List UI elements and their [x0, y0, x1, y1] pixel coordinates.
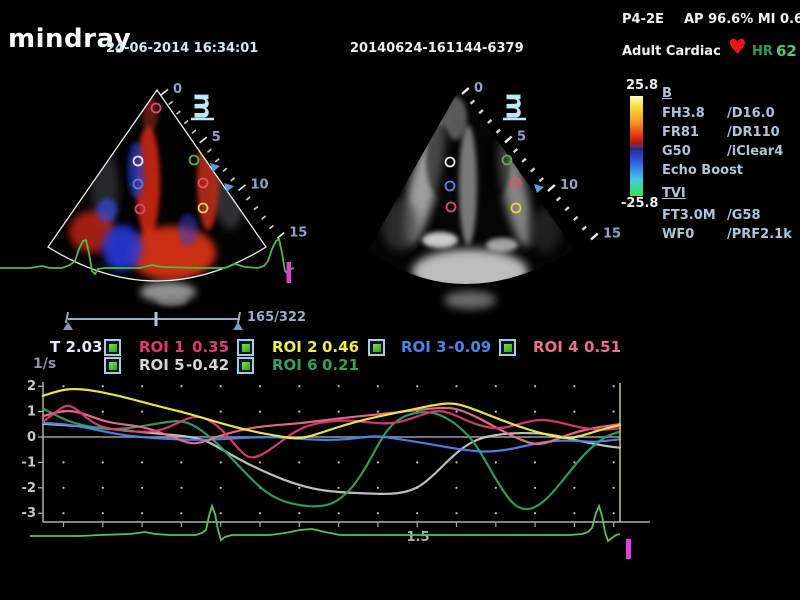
exam-preset: Adult Cardiac: [622, 44, 721, 59]
frame-counter: 165/322: [247, 310, 306, 325]
roi-label: ROI 1: [139, 338, 185, 356]
roi-value: 0.35: [192, 338, 229, 356]
checkbox-check: [504, 344, 512, 352]
hr-label: HR: [752, 44, 773, 59]
y-tick-label: 1: [27, 405, 36, 420]
cine-scrollbar[interactable]: [55, 305, 255, 335]
y-axis-unit: 1/s: [33, 356, 56, 372]
roi-value: -0.09: [448, 338, 491, 356]
param-row: G50/iClear4: [662, 144, 794, 159]
depth-label: 10: [251, 178, 269, 193]
ecg-waveform-lower: [30, 506, 620, 541]
scrollbar-left-cap: [66, 312, 68, 323]
checkbox-check: [109, 344, 117, 352]
roi-value: 0.51: [584, 338, 621, 356]
mindray-mark-icon: m: [500, 92, 530, 119]
scrollbar-start-marker[interactable]: [63, 322, 73, 330]
roi-label: ROI 6: [272, 356, 318, 374]
scrollbar-end-marker[interactable]: [233, 322, 243, 330]
roi-label: ROI 5: [139, 356, 185, 374]
ultrasound-screen: mindray 24-06-2014 16:34:01 20140624-161…: [0, 0, 800, 600]
heart-icon: ♥: [728, 37, 747, 58]
tvi-colorbar: [630, 96, 643, 196]
checkbox-check: [373, 344, 381, 352]
roi-label: ROI 4: [533, 338, 579, 356]
b-mode-header: B: [662, 86, 794, 101]
roi-value: 0.21: [322, 356, 359, 374]
time-value: T 2.03: [50, 338, 102, 356]
depth-label: 0: [173, 82, 182, 97]
mindray-mark-icon: m: [188, 92, 218, 119]
depth-label: 5: [212, 130, 221, 145]
b-mode-image[interactable]: m 0 5 10 15: [360, 72, 632, 304]
curve-roi-5: [43, 424, 620, 494]
roi-value: 0.46: [322, 338, 359, 356]
sweep-marker: [287, 262, 292, 283]
roi-checkbox[interactable]: [237, 339, 254, 356]
depth-label: 10: [560, 178, 578, 193]
checkbox-check: [242, 344, 250, 352]
svg-text:m: m: [500, 92, 530, 119]
curve-roi-4: [43, 408, 620, 444]
exam-id: 20140624-161144-6379: [350, 41, 524, 56]
ecg-trace-upper: [0, 230, 300, 302]
depth-label: 15: [603, 227, 621, 242]
checkbox-check: [109, 362, 117, 370]
roi-checkbox[interactable]: [104, 357, 121, 374]
scrollbar-right-cap: [238, 312, 240, 323]
roi-checkbox[interactable]: [237, 357, 254, 374]
x-tick-label: 1.5: [406, 530, 429, 545]
svg-text:m: m: [188, 92, 218, 119]
param-row: FT3.0M/G58: [662, 208, 794, 223]
colorbar-max: 25.8: [626, 78, 658, 93]
curve-roi-6: [43, 409, 620, 509]
roi-label: ROI 3: [401, 338, 447, 356]
colorbar-min: -25.8: [621, 196, 658, 211]
sweep-marker: [626, 539, 631, 559]
hr-value: 62: [776, 42, 797, 60]
y-tick-label: 2: [27, 379, 36, 394]
bmode-tissue: [360, 72, 632, 309]
pointer-arrow-icon[interactable]: [534, 184, 544, 193]
y-tick-label: -1: [22, 455, 36, 470]
y-tick-label: 0: [27, 430, 36, 445]
roi-checkbox[interactable]: [368, 339, 385, 356]
param-row: WF0/PRF2.1k: [662, 227, 794, 242]
strain-rate-chart: 2 1 0 -1 -2 -3 1.5: [25, 378, 675, 578]
roi-value: -0.42: [186, 356, 229, 374]
depth-label: 5: [517, 130, 526, 145]
roi-checkbox[interactable]: [104, 339, 121, 356]
param-row: FR81/DR110: [662, 125, 794, 140]
depth-label: 0: [474, 81, 483, 96]
tvi-mode-header: TVI: [662, 186, 794, 201]
y-tick-label: -3: [22, 506, 36, 521]
roi-checkbox[interactable]: [499, 339, 516, 356]
acoustic-output: AP 96.6% MI 0.6: [684, 12, 800, 27]
echo-boost-label: Echo Boost: [662, 163, 794, 178]
roi-label: ROI 2: [272, 338, 318, 356]
checkbox-check: [242, 362, 250, 370]
probe-name: P4-2E: [622, 12, 664, 27]
param-row: FH3.8/D16.0: [662, 106, 794, 121]
datetime: 24-06-2014 16:34:01: [106, 41, 258, 56]
y-tick-label: -2: [22, 481, 36, 496]
ecg-waveform: [0, 239, 294, 274]
